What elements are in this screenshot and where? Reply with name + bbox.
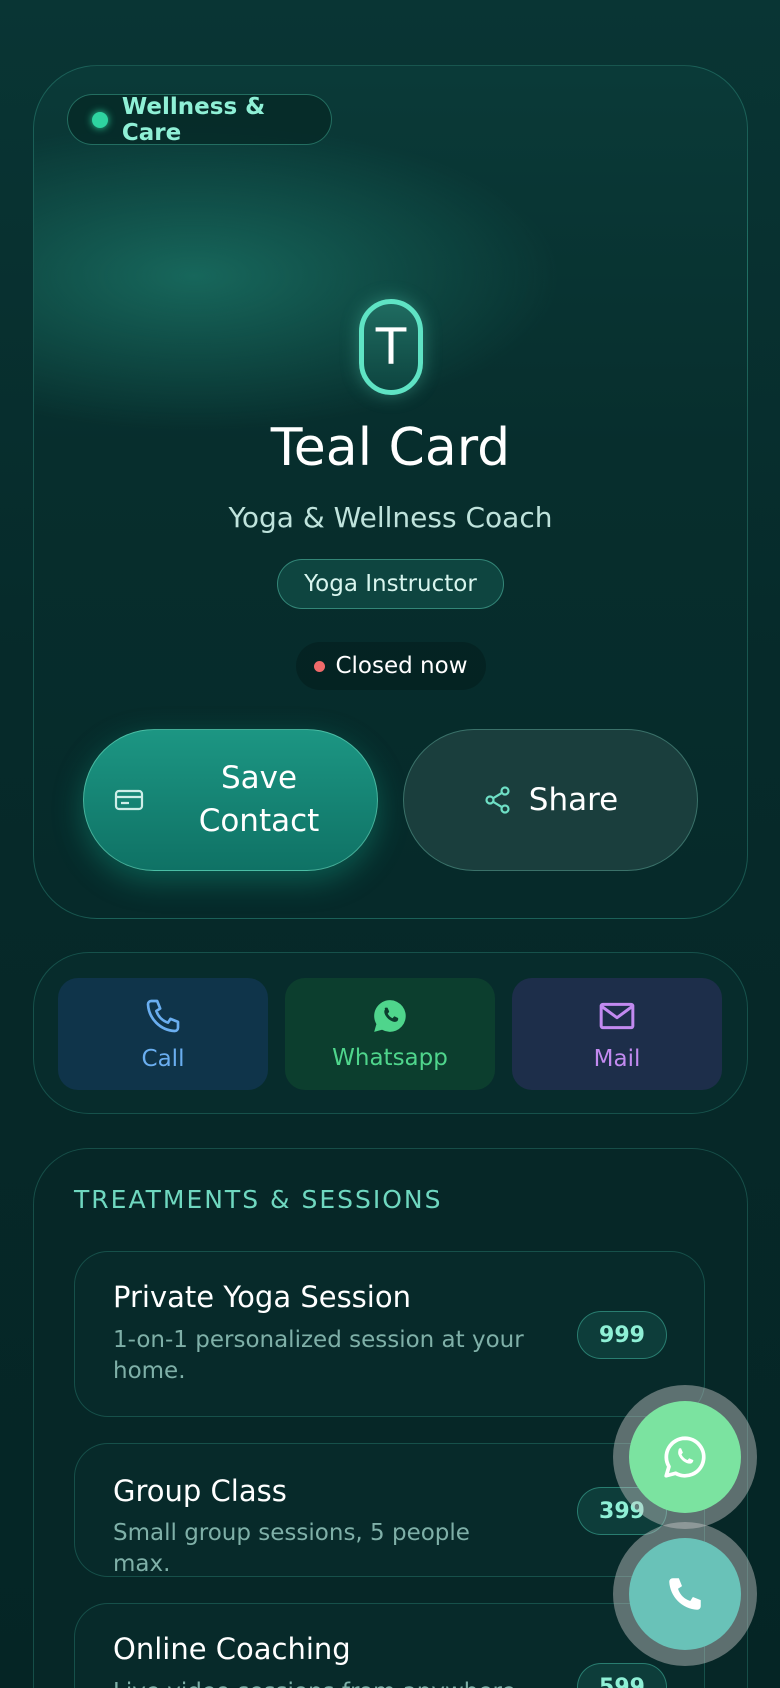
- floating-call-circle: [629, 1538, 741, 1650]
- whatsapp-icon: [664, 1436, 706, 1478]
- list-item[interactable]: Online Coaching Live video sessions from…: [74, 1603, 705, 1688]
- share-label: Share: [528, 782, 619, 818]
- logo-letter: T: [375, 318, 407, 376]
- role-badge: Yoga Instructor: [277, 559, 504, 609]
- mail-label: Mail: [593, 1046, 641, 1072]
- save-contact-button[interactable]: Save Contact: [83, 729, 378, 871]
- item-name: Group Class: [113, 1474, 287, 1508]
- page: Wellness & Care T Teal Card Yoga & Welln…: [0, 0, 780, 1688]
- phone-icon: [146, 999, 180, 1033]
- section-title: TREATMENTS & SESSIONS: [74, 1185, 443, 1214]
- list-item[interactable]: Private Yoga Session 1-on-1 personalized…: [74, 1251, 705, 1417]
- price-badge: 999: [577, 1311, 667, 1359]
- whatsapp-icon: [374, 1000, 406, 1032]
- quick-actions: Call Whatsapp Mail: [33, 952, 748, 1114]
- share-icon: [485, 786, 510, 814]
- list-item[interactable]: Group Class Small group sessions, 5 peop…: [74, 1443, 705, 1577]
- contact-card-icon: [114, 789, 144, 811]
- save-contact-label: Save Contact: [198, 759, 320, 839]
- call-action-button[interactable]: Call: [58, 978, 268, 1090]
- business-subtitle: Yoga & Wellness Coach: [228, 501, 553, 534]
- mail-action-button[interactable]: Mail: [512, 978, 722, 1090]
- item-name: Online Coaching: [113, 1632, 351, 1666]
- category-label: Wellness & Care: [121, 93, 266, 146]
- status-text: Closed now: [335, 653, 468, 679]
- floating-call-button[interactable]: [613, 1522, 757, 1666]
- logo: T: [359, 299, 423, 395]
- share-button[interactable]: Share: [403, 729, 698, 871]
- floating-whatsapp-circle: [629, 1401, 741, 1513]
- profile-card: Wellness & Care T Teal Card Yoga & Welln…: [33, 65, 748, 919]
- whatsapp-label: Whatsapp: [332, 1045, 448, 1071]
- business-name: Teal Card: [270, 418, 511, 478]
- whatsapp-action-button[interactable]: Whatsapp: [285, 978, 495, 1090]
- call-label: Call: [141, 1046, 185, 1072]
- item-name: Private Yoga Session: [113, 1280, 411, 1314]
- status-dot-icon: [92, 111, 108, 128]
- floating-whatsapp-button[interactable]: [613, 1385, 757, 1529]
- item-description: Live video sessions from anywhere.: [113, 1677, 533, 1688]
- item-description: 1-on-1 personalized session at your home…: [113, 1327, 524, 1385]
- open-status: Closed now: [296, 642, 486, 690]
- price-badge: 599: [577, 1663, 667, 1688]
- closed-dot-icon: [314, 660, 326, 672]
- item-description: Small group sessions, 5 people max.: [113, 1520, 470, 1578]
- category-chip: Wellness & Care: [67, 93, 332, 146]
- phone-icon: [669, 1578, 701, 1610]
- mail-icon: [599, 1002, 635, 1030]
